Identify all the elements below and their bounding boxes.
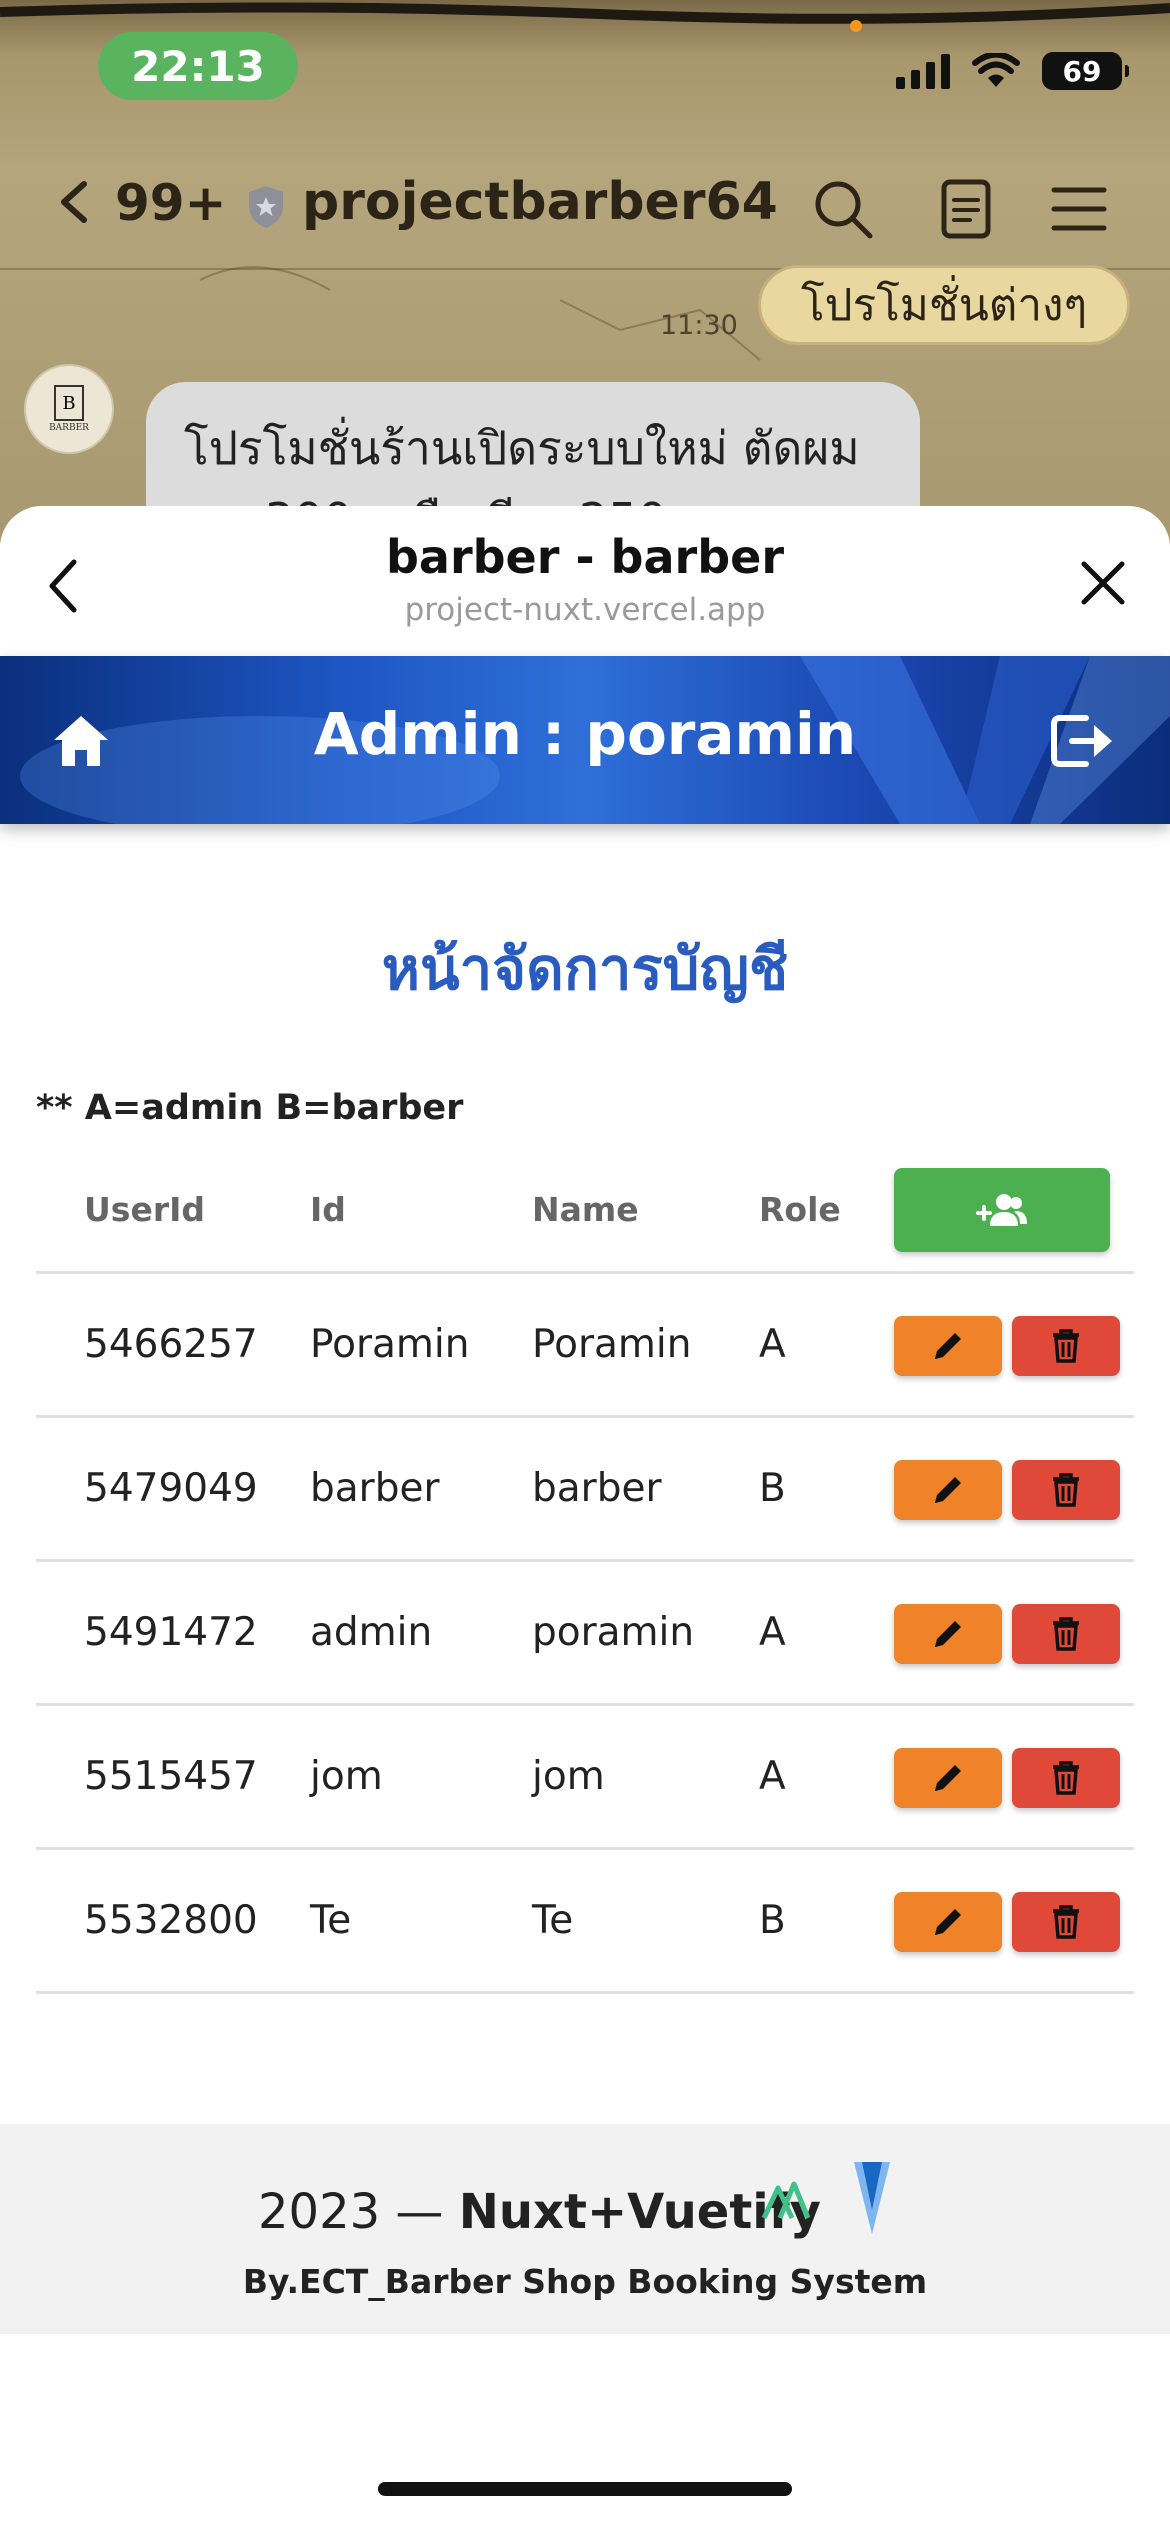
cell-name: jom (532, 1754, 605, 1799)
cell-userid: 5466257 (84, 1322, 258, 1367)
wifi-icon (972, 53, 1020, 87)
home-indicator[interactable] (378, 2482, 792, 2496)
trash-icon (1053, 1473, 1079, 1507)
pencil-icon (935, 1477, 961, 1503)
cell-userid: 5479049 (84, 1466, 258, 1511)
delete-button[interactable] (1012, 1316, 1120, 1376)
cell-id: barber (310, 1466, 440, 1511)
page-title: หน้าจัดการบัญชี (381, 935, 789, 1003)
footer-year: 2023 — (258, 2184, 444, 2240)
edit-button[interactable] (894, 1748, 1002, 1808)
edit-button[interactable] (894, 1460, 1002, 1520)
cell-userid: 5515457 (84, 1754, 258, 1799)
trash-icon (1053, 1329, 1079, 1363)
app-bar-title: Admin : poramin (313, 700, 857, 768)
promo-bubble[interactable]: โปรโมชั่นต่างๆ (758, 265, 1131, 345)
cell-userid: 5491472 (84, 1610, 258, 1655)
avatar-caption: BARBER (49, 423, 89, 433)
delete-button[interactable] (1012, 1748, 1120, 1808)
close-icon[interactable] (1078, 558, 1128, 608)
table-row: 5466257 Poramin Poramin A (36, 1274, 1134, 1418)
nuxt-logo-icon (761, 2181, 810, 2220)
edit-button[interactable] (894, 1316, 1002, 1376)
add-user-icon (976, 1194, 1027, 1226)
header-userid: UserId (84, 1190, 205, 1229)
app-bar: Admin : poramin (0, 656, 1170, 824)
edit-button[interactable] (894, 1604, 1002, 1664)
browser-sheet: barber - barber project-nuxt.vercel.app … (0, 506, 1170, 2532)
header-name: Name (532, 1190, 639, 1229)
cell-role: A (759, 1610, 786, 1655)
logout-icon[interactable] (1050, 712, 1118, 770)
table-row: 5479049 barber barber B (36, 1418, 1134, 1562)
avatar[interactable]: B BARBER (24, 364, 114, 454)
delete-button[interactable] (1012, 1460, 1120, 1520)
chat-name: projectbarber64 (302, 172, 778, 232)
cell-userid: 5532800 (84, 1898, 258, 1943)
cell-role: B (759, 1466, 786, 1511)
privacy-indicator (850, 20, 862, 32)
pencil-icon (935, 1909, 961, 1935)
role-legend: ** A=admin B=barber (36, 1088, 464, 1128)
header-id: Id (310, 1190, 346, 1229)
pencil-icon (935, 1765, 961, 1791)
status-time: 22:13 (98, 32, 298, 100)
trash-icon (1053, 1617, 1079, 1651)
add-user-button[interactable] (894, 1168, 1110, 1252)
footer-credit: By.ECT_Barber Shop Booking System (242, 2262, 928, 2301)
table-row: 5532800 Te Te B (36, 1850, 1134, 1994)
sheet-title: barber - barber (385, 530, 785, 584)
status-bar: 22:13 69 (0, 0, 1170, 130)
cell-id: admin (310, 1610, 433, 1655)
battery-icon: 69 (1042, 52, 1129, 90)
table-header: UserId Id Name Role (36, 1146, 1134, 1274)
menu-icon[interactable] (1048, 178, 1110, 240)
shield-icon (249, 186, 283, 228)
vuetify-logo-icon (854, 2162, 890, 2234)
pencil-icon (935, 1621, 961, 1647)
cell-name: Poramin (532, 1322, 692, 1367)
delete-button[interactable] (1012, 1892, 1120, 1952)
chat-background: 22:13 69 99+ projectbarber64 11:30 โปรโม… (0, 0, 1170, 560)
pencil-icon (935, 1333, 961, 1359)
accounts-table: UserId Id Name Role 5466257 Poramin Porami… (36, 1146, 1134, 1994)
footer-copyright: 2023 — Nuxt+Vuetify (258, 2184, 821, 2240)
delete-button[interactable] (1012, 1604, 1120, 1664)
footer: 2023 — Nuxt+Vuetify By.ECT_Barber Shop B… (0, 2124, 1170, 2334)
unread-count[interactable]: 99+ (115, 174, 226, 232)
trash-icon (1053, 1905, 1079, 1939)
cell-id: jom (310, 1754, 383, 1799)
cell-name: Te (532, 1898, 574, 1943)
cell-role: A (759, 1754, 786, 1799)
message-time: 11:30 (660, 310, 738, 341)
status-icons: 69 (896, 52, 1129, 90)
header-role: Role (759, 1190, 841, 1229)
chat-header: 99+ projectbarber64 (0, 140, 1170, 270)
cell-name: barber (532, 1466, 662, 1511)
avatar-letter: B (54, 385, 84, 421)
notes-icon[interactable] (936, 178, 998, 240)
sheet-url: project-nuxt.vercel.app (404, 592, 766, 628)
cell-id: Te (310, 1898, 352, 1943)
cell-role: A (759, 1322, 786, 1367)
cell-id: Poramin (310, 1322, 470, 1367)
cell-name: poramin (532, 1610, 695, 1655)
edit-button[interactable] (894, 1892, 1002, 1952)
signal-icon (896, 53, 950, 89)
chevron-left-icon[interactable] (52, 180, 96, 224)
search-icon[interactable] (812, 178, 874, 240)
trash-icon (1053, 1761, 1079, 1795)
cell-role: B (759, 1898, 786, 1943)
table-row: 5515457 jom jom A (36, 1706, 1134, 1850)
table-row: 5491472 admin poramin A (36, 1562, 1134, 1706)
sheet-header: barber - barber project-nuxt.vercel.app (0, 506, 1170, 656)
